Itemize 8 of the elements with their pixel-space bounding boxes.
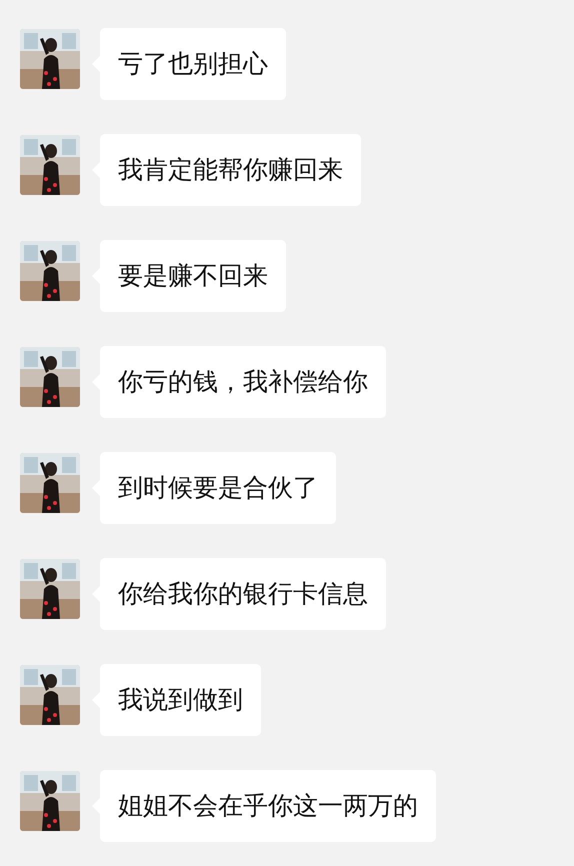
message-bubble: 亏了也别担心 — [100, 28, 286, 100]
message-bubble: 你亏的钱，我补偿给你 — [100, 346, 386, 418]
message-bubble: 你给我你的银行卡信息 — [100, 558, 386, 630]
message-bubble: 姐姐不会在乎你这一两万的 — [100, 770, 436, 842]
message-bubble: 我肯定能帮你赚回来 — [100, 134, 361, 206]
message-bubble: 我说到做到 — [100, 664, 261, 736]
message-bubble: 到时候要是合伙了 — [100, 452, 336, 524]
message-bubble: 要是赚不回来 — [100, 240, 286, 312]
